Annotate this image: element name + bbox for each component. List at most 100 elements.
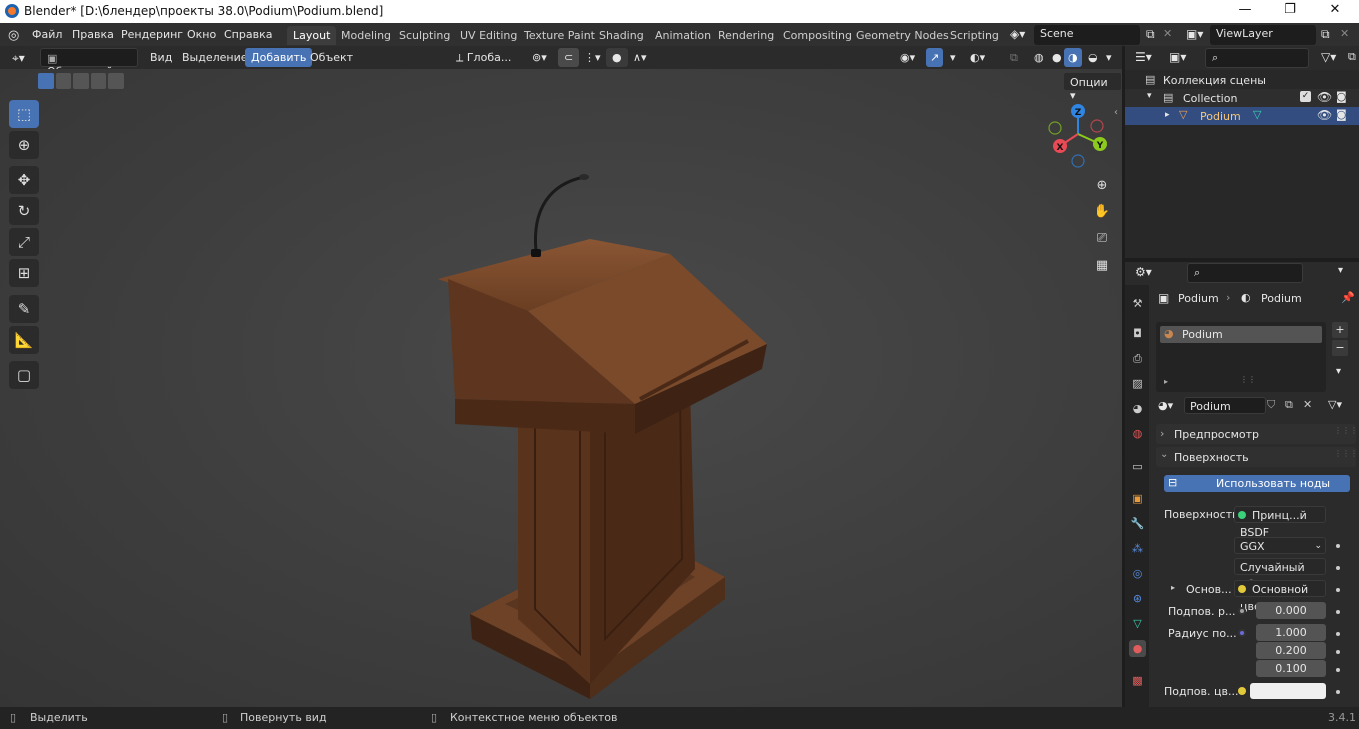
shading-material-icon[interactable]: ◑ [1064,48,1082,67]
unlink-material-icon[interactable]: ✕ [1303,398,1319,414]
3d-viewport[interactable]: Опции ▾ ⬚ ⊕ ✥ ↻ ⤢ ⊞ ✎ 📐 ▢ Z Y X ⊕ ✋ ⎚ ▦ … [0,69,1122,707]
filter-icon[interactable]: ▽▾ [1321,50,1336,64]
scene-icon[interactable]: ◈▾ [1010,27,1025,41]
keyframe-dot[interactable] [1336,632,1340,636]
material-slot-item[interactable]: ◕ Podium [1160,326,1322,343]
menu-window[interactable]: Окно [187,28,216,41]
tab-uv-editing[interactable]: UV Editing [454,26,523,45]
data-tab-icon[interactable]: ▽ [1129,615,1146,632]
close-button[interactable]: ✕ [1325,2,1345,20]
pivot-icon[interactable]: ⊚▾ [526,48,553,67]
slot-specials-icon[interactable]: ▾ [1336,366,1341,377]
select-extend-icon[interactable] [55,73,72,89]
properties-editor-icon[interactable]: ⚙▾ [1135,265,1152,279]
material-name-field[interactable]: Podium [1184,397,1266,414]
add-slot-button[interactable]: + [1332,322,1348,338]
menu-edit[interactable]: Правка [72,28,114,41]
xray-icon[interactable]: ⧉ [1004,48,1024,67]
delete-scene-icon[interactable]: ✕ [1163,27,1172,40]
menu-add[interactable]: Добавить [245,48,313,67]
properties-options-icon[interactable]: ▾ [1338,265,1343,276]
select-intersect-icon[interactable] [108,73,124,89]
menu-object[interactable]: Объект [304,48,359,67]
tab-geometry-nodes[interactable]: Geometry Nodes [850,26,955,45]
mesh-data-icon[interactable]: ▽ [1253,108,1261,121]
gizmo-dropdown-icon[interactable]: ▾ [944,48,962,67]
base-color-field[interactable]: Основной цвет [1234,580,1326,613]
outliner-editor-icon[interactable]: ☰▾ [1135,50,1152,64]
proportional-edit-icon[interactable]: ● [606,48,628,67]
tab-animation[interactable]: Animation [649,26,717,45]
pan-hand-icon[interactable]: ✋ [1090,199,1114,223]
snap-target-icon[interactable]: ⋮▾ [578,48,607,67]
object-tab-icon[interactable]: ▣ [1129,490,1146,507]
tab-layout[interactable]: Layout [287,26,337,45]
tab-scripting[interactable]: Scripting [944,26,1005,45]
shading-options-icon[interactable]: ▾ [1100,48,1118,67]
expand-arrow-icon[interactable]: ▸ [1164,377,1168,386]
subsurface-input[interactable]: 0.000 [1256,602,1326,619]
menu-render[interactable]: Рендеринг [121,28,183,41]
properties-search-input[interactable]: ⌕ [1187,263,1303,283]
options-dropdown[interactable]: Опции ▾ [1063,72,1122,102]
editor-type-icon[interactable]: ⌖▾ [6,48,31,67]
scene-field[interactable]: Scene [1034,25,1140,45]
delete-viewlayer-icon[interactable]: ✕ [1340,27,1349,40]
subsurface-method-dropdown[interactable]: Случайный об...⌄ [1234,558,1326,591]
visibility-icon[interactable]: ◉▾ [894,48,921,67]
drag-handle-icon[interactable]: ⋮⋮⋮ [1334,449,1358,458]
navigation-gizmo[interactable]: Z Y X [1045,101,1115,171]
menu-select[interactable]: Выделение [176,48,254,67]
transform-tool-icon[interactable]: ⊞ [9,259,39,287]
maximize-button[interactable]: ❐ [1280,2,1300,20]
podium-object[interactable] [400,99,800,719]
render-camera-icon[interactable]: ◙ [1336,90,1347,103]
annotate-tool-icon[interactable]: ✎ [9,295,39,323]
use-nodes-button[interactable]: ⊟ Использовать ноды [1164,475,1350,492]
output-tab-icon[interactable]: ⎙ [1129,350,1146,367]
rotate-tool-icon[interactable]: ↻ [9,197,39,225]
scale-tool-icon[interactable]: ⤢ [9,228,39,256]
collection-tab-icon[interactable]: ▭ [1129,458,1146,475]
particles-tab-icon[interactable]: ⁂ [1129,540,1146,557]
expand-arrow-icon[interactable]: ▸ [1165,110,1170,120]
keyframe-dot[interactable] [1336,566,1340,570]
new-viewlayer-icon[interactable]: ⧉ [1321,27,1330,42]
radius-z-input[interactable]: 0.100 [1256,660,1326,677]
minimize-button[interactable]: — [1235,2,1255,20]
drag-handle-icon[interactable]: ⋮⋮⋮ [1334,426,1358,435]
zoom-icon[interactable]: ⊕ [1090,173,1114,197]
mode-dropdown[interactable]: ▣ Объектный... [40,48,138,78]
material-tab-icon[interactable]: ● [1129,640,1146,657]
scene-tab-icon[interactable]: ◕ [1129,400,1146,417]
expand-arrow-icon[interactable]: ▸ [1171,583,1175,592]
physics-tab-icon[interactable]: ◎ [1129,565,1146,582]
fake-user-icon[interactable]: ⛉ [1267,398,1283,414]
tab-texture-paint[interactable]: Texture Paint [518,26,601,45]
surface-shader-field[interactable]: Принц...й BSDF [1234,506,1326,539]
select-invert-icon[interactable] [90,73,107,89]
modifier-tab-icon[interactable]: 🔧 [1129,515,1146,532]
remove-slot-button[interactable]: − [1332,340,1348,356]
blender-menu-icon[interactable]: ◎ [8,28,19,43]
exclude-checkbox[interactable]: ✓ [1300,91,1311,102]
material-slot-list[interactable]: ◕ Podium ▸ ⋮⋮ [1156,322,1326,392]
select-subtract-icon[interactable] [73,73,89,89]
tool-tab-icon[interactable]: ⚒ [1129,295,1146,312]
viewlayer-icon[interactable]: ▣▾ [1186,27,1203,41]
view-layer-tab-icon[interactable]: ▨ [1129,375,1146,392]
render-tab-icon[interactable]: ◘ [1129,325,1146,342]
display-mode-icon[interactable]: ▣▾ [1169,50,1186,64]
pin-icon[interactable]: 📌 [1341,291,1355,304]
overlay-icon[interactable]: ◐▾ [964,48,991,67]
cursor-tool-icon[interactable]: ⊕ [9,131,39,159]
tab-modeling[interactable]: Modeling [335,26,397,45]
select-box-tool-icon[interactable]: ⬚ [9,100,39,128]
radius-x-input[interactable]: 1.000 [1256,624,1326,641]
sidebar-toggle-icon[interactable]: ‹ [1114,107,1118,118]
select-new-icon[interactable] [38,73,54,89]
keyframe-dot[interactable] [1336,588,1340,592]
outliner-search-input[interactable]: ⌕ [1205,48,1309,68]
texture-tab-icon[interactable]: ▩ [1129,672,1146,689]
keyframe-dot[interactable] [1336,668,1340,672]
